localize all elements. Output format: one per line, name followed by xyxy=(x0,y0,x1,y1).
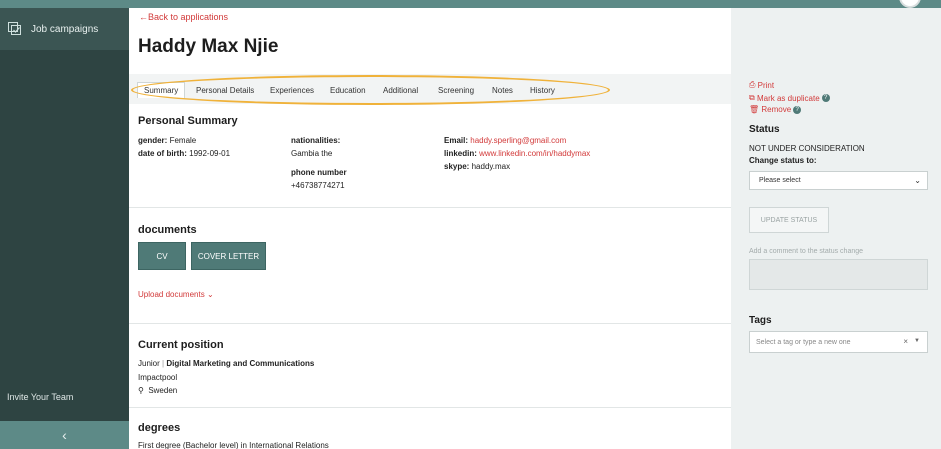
clear-icon[interactable]: × xyxy=(903,337,908,346)
help-icon[interactable]: ? xyxy=(793,105,802,114)
mark-duplicate-link[interactable]: ⧉ Mark as duplicate? xyxy=(749,93,830,103)
status-comment-placeholder: Add a comment to the status change xyxy=(749,248,864,255)
print-link[interactable]: ⎙ Print xyxy=(749,80,774,90)
print-icon: ⎙ xyxy=(749,80,756,89)
tags-input[interactable]: Select a tag or type a new one × ▼ xyxy=(749,331,928,353)
right-panel: ⎙ Print ⧉ Mark as duplicate? 🗑 Remove? S… xyxy=(731,8,941,449)
section-title: Personal Summary xyxy=(138,115,238,127)
duplicate-icon: ⧉ xyxy=(749,93,755,102)
position-level: Junior xyxy=(138,359,160,368)
remove-link[interactable]: 🗑 Remove? xyxy=(749,105,802,114)
caret-down-icon[interactable]: ▼ xyxy=(914,338,920,344)
degree-item: First degree (Bachelor level) in Interna… xyxy=(138,441,329,449)
help-icon[interactable]: ? xyxy=(821,94,830,102)
print-label: Print xyxy=(757,80,775,90)
gender-row: gender: Female xyxy=(138,136,196,145)
linkedin-row: linkedin: www.linkedin.com/in/haddymax xyxy=(444,149,590,158)
dob-row: date of birth: 1992-09-01 xyxy=(138,149,230,158)
position-role: Digital Marketing and Communications xyxy=(166,359,315,368)
arrow-left-icon: ← xyxy=(139,12,148,22)
chevron-left-icon: ‹ xyxy=(62,427,67,443)
linkedin-link[interactable]: www.linkedin.com/in/haddymax xyxy=(479,149,590,158)
section-title: degrees xyxy=(138,422,181,434)
nationalities-label: nationalities: xyxy=(291,136,341,145)
linkedin-label: linkedin: xyxy=(444,149,477,158)
invite-team-link[interactable]: Invite Your Team xyxy=(7,392,73,402)
highlight-annotation xyxy=(131,75,610,105)
back-link-label: Back to applications xyxy=(148,12,229,22)
tags-input-placeholder: Select a tag or type a new one xyxy=(756,338,851,346)
top-bar xyxy=(0,0,941,8)
status-title: Status xyxy=(749,124,780,135)
current-position-section: Current position Junior | Digital Market… xyxy=(129,324,731,408)
email-row: Email: haddy.sperling@gmail.com xyxy=(444,136,566,145)
email-label: Email: xyxy=(444,136,469,145)
gender-label: gender: xyxy=(138,136,168,145)
phone-label: phone number xyxy=(291,168,347,177)
position-company: Impactpool xyxy=(138,373,178,382)
change-status-label: Change status to: xyxy=(749,156,817,165)
dob-label: date of birth: xyxy=(138,149,187,158)
chevron-down-icon: ⌄ xyxy=(914,176,921,185)
section-title: documents xyxy=(138,224,197,236)
trash-icon: 🗑 xyxy=(749,105,760,114)
status-select[interactable]: Please select ⌄ xyxy=(749,171,928,190)
section-title: Current position xyxy=(138,339,224,351)
gender-value: Female xyxy=(169,136,197,145)
campaigns-icon xyxy=(8,21,21,35)
current-status: NOT UNDER CONSIDERATION xyxy=(749,144,865,153)
status-comment-field[interactable] xyxy=(749,259,928,290)
degrees-section: degrees First degree (Bachelor level) in… xyxy=(129,408,731,449)
page-title: Haddy Max Njie xyxy=(138,36,279,57)
email-link[interactable]: haddy.sperling@gmail.com xyxy=(470,136,566,145)
sidebar-item-label: Job campaigns xyxy=(31,23,99,35)
position-row: Junior | Digital Marketing and Communica… xyxy=(138,359,315,368)
documents-section: documents CV COVER LETTER Upload documen… xyxy=(129,208,731,324)
sidebar: Job campaigns Invite Your Team ‹ xyxy=(0,8,129,449)
sidebar-item-job-campaigns[interactable]: Job campaigns xyxy=(0,8,129,50)
back-link[interactable]: ←Back to applications xyxy=(139,12,228,22)
collapse-sidebar-button[interactable]: ‹ xyxy=(0,421,129,449)
dob-value: 1992-09-01 xyxy=(189,149,231,158)
upload-documents-label: Upload documents xyxy=(138,290,205,299)
mark-duplicate-label: Mark as duplicate xyxy=(756,93,820,103)
position-location: Sweden xyxy=(148,386,178,395)
skype-value: haddy.max xyxy=(471,162,511,171)
upload-documents-link[interactable]: Upload documents ⌄ xyxy=(138,290,214,299)
location-pin-icon: ⚲ xyxy=(138,386,144,395)
nationalities-value: Gambia the xyxy=(291,149,333,158)
cv-button[interactable]: CV xyxy=(138,242,186,270)
cover-letter-button[interactable]: COVER LETTER xyxy=(191,242,266,270)
tags-title: Tags xyxy=(749,315,772,326)
update-status-button[interactable]: UPDATE STATUS xyxy=(749,207,829,233)
position-location-row: ⚲ Sweden xyxy=(138,386,177,395)
main-content: ←Back to applications Haddy Max Njie Sum… xyxy=(129,8,731,449)
skype-label: skype: xyxy=(444,162,470,171)
remove-label: Remove xyxy=(761,105,792,114)
status-select-value: Please select xyxy=(759,177,801,184)
skype-row: skype: haddy.max xyxy=(444,162,510,171)
personal-summary-section: Personal Summary gender: Female date of … xyxy=(129,104,731,208)
phone-value: +46738774271 xyxy=(291,181,345,190)
chevron-down-icon: ⌄ xyxy=(206,290,214,299)
